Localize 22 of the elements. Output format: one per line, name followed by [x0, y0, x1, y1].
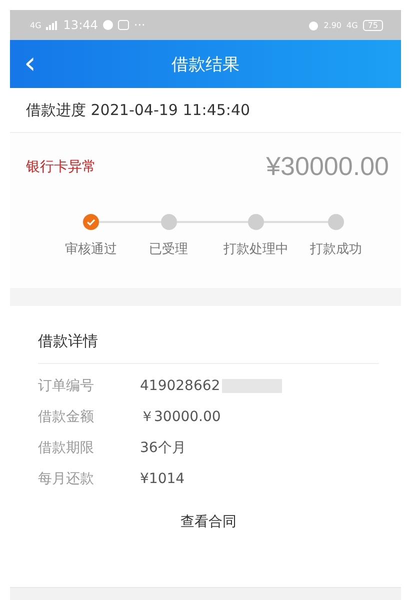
status-message: 银行卡异常	[26, 158, 96, 176]
step-label: 审核通过	[65, 241, 117, 258]
loan-amount: ¥30000.00	[266, 151, 389, 182]
more-notifications: ···	[134, 18, 146, 32]
detail-label: 借款期限	[38, 438, 95, 456]
detail-value: 419028662	[140, 378, 220, 394]
detail-label: 订单编号	[38, 376, 95, 394]
page-title: 借款结果	[172, 54, 240, 76]
signal-icon	[46, 20, 58, 30]
view-contract-link[interactable]: 查看合同	[174, 512, 242, 532]
app-icon	[118, 20, 129, 30]
progress-time: 借款进度 2021-04-19 11:45:40	[26, 101, 250, 119]
section-title: 借款详情	[38, 332, 379, 364]
detail-label: 借款金额	[38, 408, 95, 426]
step-label: 打款成功	[310, 241, 362, 258]
back-button[interactable]: ‹	[10, 49, 50, 79]
detail-value: ¥1014	[140, 470, 185, 486]
detail-label: 每月还款	[38, 470, 95, 488]
detail-value: 36个月	[140, 438, 186, 456]
step-label: 打款处理中	[224, 241, 288, 258]
detail-value: ￥30000.00	[140, 408, 221, 426]
step-label: 已受理	[149, 241, 188, 258]
